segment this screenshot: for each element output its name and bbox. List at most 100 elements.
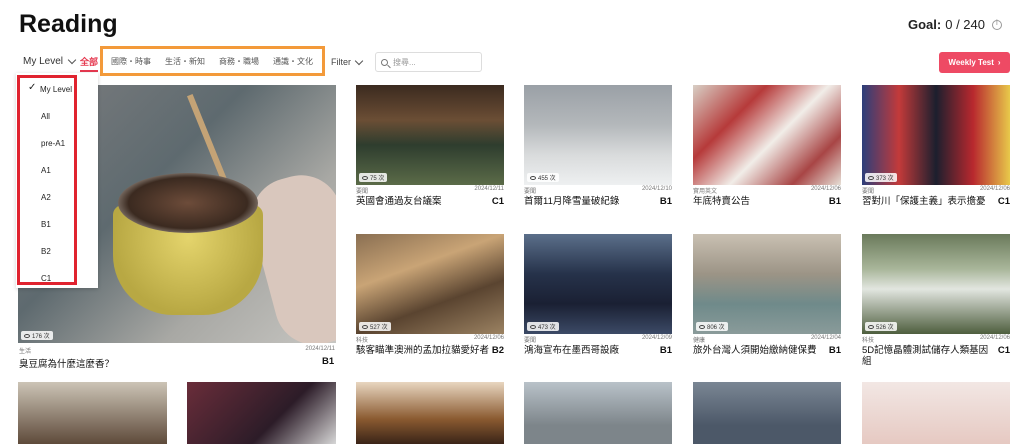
article-image[interactable] xyxy=(693,85,841,185)
article-image[interactable] xyxy=(524,382,672,444)
article-meta: 要聞 2024/12/11 xyxy=(356,186,504,195)
tab-category-1[interactable]: 國際・時事 xyxy=(111,56,151,67)
article-level: B1 xyxy=(659,196,672,207)
article-meta: 健康 2024/12/04 xyxy=(693,335,841,344)
dropdown-item-all[interactable]: All xyxy=(41,112,50,121)
article-title[interactable]: 年底特賣公告 xyxy=(693,196,827,207)
article-level: B2 xyxy=(491,345,504,356)
weekly-test-button[interactable]: Weekly Test › xyxy=(939,52,1010,73)
article-date: 2024/12/11 xyxy=(305,346,335,352)
article-meta: 要聞 2024/12/06 xyxy=(862,186,1010,195)
level-select-label: My Level xyxy=(23,56,64,67)
search-input[interactable]: 搜尋... xyxy=(375,52,482,72)
article-category: 科技 xyxy=(356,338,369,344)
article-date: 2024/12/11 xyxy=(474,186,504,192)
article-image[interactable]: 455 次 xyxy=(524,85,672,185)
category-tabs-highlight: 國際・時事 生活・新知 商務・職場 通識・文化 xyxy=(100,46,325,76)
article-image[interactable]: 527 次 xyxy=(356,234,504,334)
view-count: 373 次 xyxy=(865,173,897,182)
dropdown-item-a1[interactable]: A1 xyxy=(41,166,51,175)
article-title[interactable]: 鴻海宣布在墨西哥設廠 xyxy=(524,345,658,356)
view-count: 176 次 xyxy=(21,331,53,340)
arrow-right-icon: › xyxy=(997,58,1001,67)
article-image[interactable]: 75 次 xyxy=(356,85,504,185)
article-level: C1 xyxy=(491,196,504,207)
tab-category-3[interactable]: 商務・職場 xyxy=(219,56,259,67)
article-image[interactable] xyxy=(862,382,1010,444)
goal-value: 0 / 240 xyxy=(945,17,985,32)
eye-icon xyxy=(699,324,705,329)
article-title[interactable]: 習對川「保護主義」表示擔憂 xyxy=(862,196,996,207)
featured-meta: 生活 2024/12/11 xyxy=(19,346,335,355)
view-count: 806 次 xyxy=(696,322,728,331)
article-image[interactable] xyxy=(187,382,336,444)
article-category: 科技 xyxy=(862,338,875,344)
article-category: 實用英文 xyxy=(693,189,718,195)
check-icon: ✓ xyxy=(28,82,37,93)
filter-label: Filter xyxy=(331,57,351,67)
goal-indicator: Goal: 0 / 240 xyxy=(908,17,1002,32)
dropdown-item-b2[interactable]: B2 xyxy=(41,247,51,256)
article-meta: 要聞 2024/12/10 xyxy=(524,186,672,195)
level-dropdown-menu: ✓ My Level All pre-A1 A1 A2 B1 B2 C1 xyxy=(16,73,98,288)
article-title[interactable]: 5D記憶晶體測試儲存人類基因組 xyxy=(862,345,996,367)
article-level: C1 xyxy=(997,345,1010,356)
eye-icon xyxy=(362,175,368,180)
article-image[interactable]: 526 次 xyxy=(862,234,1010,334)
article-image[interactable]: 473 次 xyxy=(524,234,672,334)
article-meta: 要聞 2024/12/09 xyxy=(524,335,672,344)
article-image[interactable]: 806 次 xyxy=(693,234,841,334)
article-title[interactable]: 首爾11月降雪量破紀錄 xyxy=(524,196,658,207)
dropdown-item-my-level[interactable]: My Level xyxy=(40,85,72,94)
dropdown-item-b1[interactable]: B1 xyxy=(41,220,51,229)
article-category: 要聞 xyxy=(524,189,537,195)
article-image[interactable] xyxy=(356,382,504,444)
eye-icon xyxy=(24,333,30,338)
view-count: 75 次 xyxy=(359,173,388,182)
view-count: 527 次 xyxy=(359,322,391,331)
eye-icon xyxy=(530,175,536,180)
view-count: 526 次 xyxy=(865,322,897,331)
featured-title[interactable]: 臭豆腐為什麼這麼香？ xyxy=(19,356,114,370)
article-date: 2024/12/06 xyxy=(979,186,1010,192)
article-meta: 科技 2024/12/06 xyxy=(862,335,1010,344)
search-placeholder: 搜尋... xyxy=(393,57,416,67)
article-category: 健康 xyxy=(693,338,706,344)
featured-level: B1 xyxy=(322,356,335,367)
tab-all[interactable]: 全部 xyxy=(80,55,99,72)
article-title[interactable]: 英國會通過友台議案 xyxy=(356,196,490,207)
view-count: 473 次 xyxy=(527,322,559,331)
article-date: 2024/12/06 xyxy=(810,186,841,192)
article-category: 要聞 xyxy=(862,189,875,195)
article-meta: 實用英文 2024/12/06 xyxy=(693,186,841,195)
tab-category-2[interactable]: 生活・新知 xyxy=(165,56,205,67)
dropdown-item-c1[interactable]: C1 xyxy=(41,274,51,283)
article-level: B1 xyxy=(828,345,841,356)
dropdown-item-pre-a1[interactable]: pre-A1 xyxy=(41,139,65,148)
search-icon xyxy=(381,58,388,66)
article-image[interactable]: 373 次 xyxy=(862,85,1010,185)
eye-icon xyxy=(362,324,368,329)
filter-dropdown[interactable]: Filter xyxy=(331,56,364,67)
goal-label: Goal: xyxy=(908,17,942,32)
level-select[interactable]: My Level xyxy=(23,55,77,67)
tab-category-4[interactable]: 通識・文化 xyxy=(273,56,313,67)
weekly-test-label: Weekly Test xyxy=(948,58,994,67)
article-date: 2024/12/09 xyxy=(641,335,672,341)
article-image[interactable] xyxy=(693,382,841,444)
article-date: 2024/12/10 xyxy=(641,186,672,192)
article-category: 要聞 xyxy=(524,338,537,344)
chevron-down-icon xyxy=(67,55,77,65)
info-icon[interactable] xyxy=(992,18,1002,30)
dropdown-item-a2[interactable]: A2 xyxy=(41,193,51,202)
article-category: 要聞 xyxy=(356,189,369,195)
article-title[interactable]: 駭客瞄準澳洲的孟加拉貓愛好者 xyxy=(356,345,490,356)
eye-icon xyxy=(530,324,536,329)
article-image[interactable] xyxy=(18,382,167,444)
article-title[interactable]: 旅外台灣人須開始繳納健保費 xyxy=(693,345,827,356)
view-count: 455 次 xyxy=(527,173,559,182)
chevron-down-icon xyxy=(354,56,364,65)
article-date: 2024/12/04 xyxy=(810,335,841,341)
article-date: 2024/12/06 xyxy=(473,335,504,341)
article-level: B1 xyxy=(659,345,672,356)
